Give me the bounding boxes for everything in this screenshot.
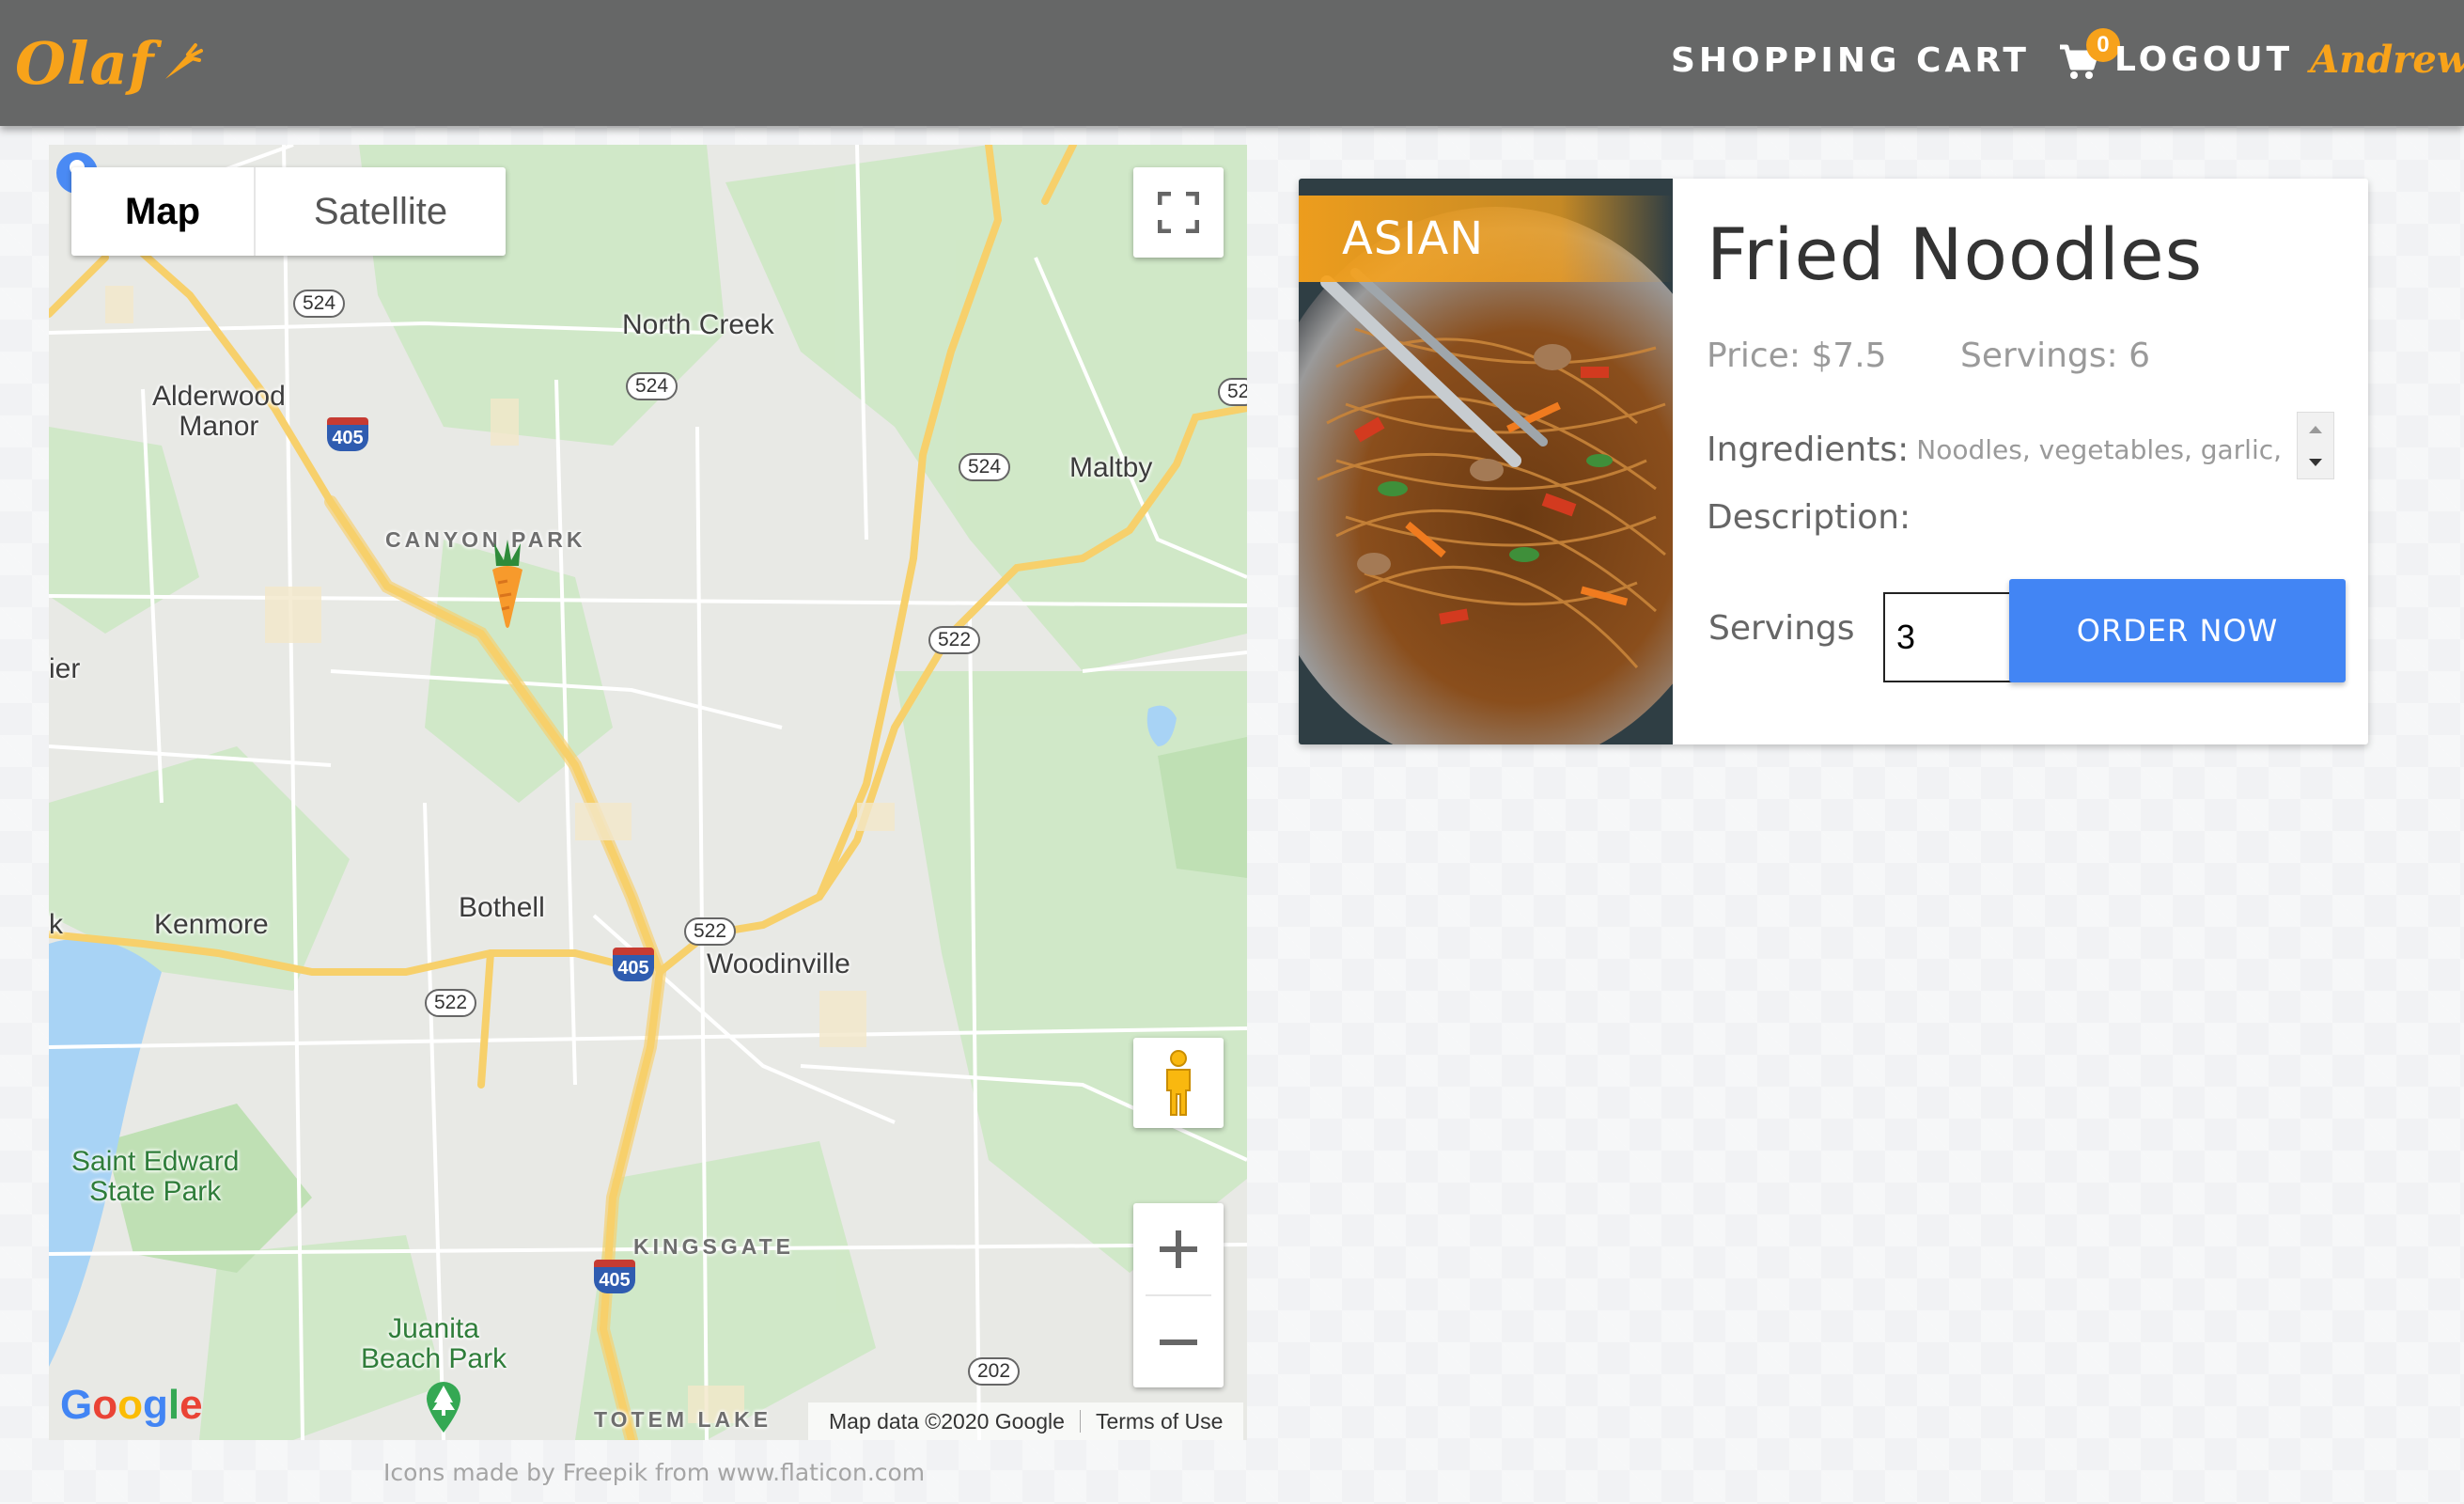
interstate-shield-405: 405 [613, 948, 654, 981]
map-label-edge-left-2: k [49, 909, 63, 940]
fullscreen-button[interactable] [1133, 167, 1224, 258]
carrot-marker-icon[interactable] [479, 538, 536, 628]
map-label-saint-edward: Saint Edward State Park [71, 1146, 240, 1207]
dish-card: ASIAN Fried Noodles Price: $7.5 Servings… [1299, 179, 2368, 744]
ingredients-scroll-control[interactable] [2297, 412, 2334, 479]
scroll-up-icon[interactable] [2307, 424, 2324, 435]
map-label-kenmore: Kenmore [154, 909, 269, 940]
map-type-map-button[interactable]: Map [71, 167, 256, 256]
carrot-icon [165, 43, 204, 79]
cart-icon-wrap[interactable]: 0 [2058, 28, 2120, 83]
shopping-cart-label: SHOPPING CART [1671, 40, 2030, 80]
category-ribbon: ASIAN [1299, 196, 1673, 282]
dish-servings-available: Servings: 6 [1960, 337, 2151, 375]
route-shield-524: 524 [293, 290, 346, 318]
map-label-juanita: Juanita Beach Park [361, 1313, 507, 1374]
dish-image: ASIAN [1299, 179, 1673, 744]
order-now-button[interactable]: ORDER NOW [2009, 579, 2346, 682]
zoom-control [1133, 1203, 1224, 1387]
minus-icon [1160, 1339, 1197, 1345]
route-shield-524: 524 [959, 453, 1011, 481]
map-label-alderwood-manor: Alderwood Manor [152, 381, 286, 442]
icon-credits: Icons made by Freepik from www.flaticon.… [383, 1459, 926, 1486]
ingredients-value: Noodles, vegetables, garlic, [1916, 433, 2283, 465]
map-label-north-creek: North Creek [622, 309, 774, 340]
map-type-control: Map Satellite [71, 167, 506, 256]
map-data-text: Map data ©2020 Google [829, 1408, 1065, 1434]
route-shield-522: 522 [928, 626, 981, 654]
google-map[interactable]: North Creek Alderwood Manor Maltby CANYO… [49, 145, 1247, 1440]
terms-of-use-link[interactable]: Terms of Use [1096, 1409, 1223, 1434]
brand-logo[interactable]: Olaf [15, 21, 204, 105]
servings-label: Servings [1708, 609, 1855, 648]
dish-details: Fried Noodles Price: $7.5 Servings: 6 In… [1707, 179, 2355, 744]
servings-input[interactable] [1883, 592, 2013, 682]
brand-name: Olaf [15, 28, 155, 98]
logout-link[interactable]: LOGOUT Andrew [2114, 38, 2464, 82]
interstate-shield-405: 405 [327, 417, 368, 451]
top-navbar: Olaf SHOPPING CART 0 LOGOUT Andrew [0, 0, 2464, 126]
pegman-icon [1166, 1050, 1191, 1116]
logout-label: LOGOUT [2114, 40, 2294, 79]
route-shield-52: 52 [1218, 378, 1247, 406]
ingredients-label: Ingredients: [1707, 430, 1910, 469]
attribution-divider [1079, 1410, 1081, 1433]
street-view-button[interactable] [1133, 1038, 1224, 1128]
map-label-kingsgate: KINGSGATE [633, 1234, 795, 1259]
plus-icon [1160, 1230, 1197, 1268]
route-shield-524: 524 [626, 372, 678, 400]
map-label-woodinville: Woodinville [707, 948, 850, 979]
map-type-satellite-button[interactable]: Satellite [256, 167, 506, 256]
scroll-down-icon[interactable] [2307, 457, 2324, 468]
route-shield-522: 522 [425, 989, 477, 1017]
zoom-out-button[interactable] [1133, 1296, 1224, 1387]
map-attribution: Map data ©2020 Google Terms of Use [808, 1402, 1244, 1440]
map-label-maltby: Maltby [1069, 452, 1153, 483]
interstate-shield-405: 405 [594, 1260, 635, 1293]
dish-title: Fried Noodles [1707, 212, 2204, 296]
ingredients-row: Ingredients: Noodles, vegetables, garlic… [1707, 412, 2308, 487]
map-label-totem-lake: TOTEM LAKE [594, 1407, 772, 1432]
shopping-cart-link[interactable]: SHOPPING CART 0 [1671, 28, 2120, 83]
park-marker-icon[interactable] [423, 1378, 464, 1434]
map-label-edge-left-1: ier [49, 653, 81, 684]
map-label-bothell: Bothell [459, 892, 545, 923]
dish-price: Price: $7.5 [1707, 337, 1887, 375]
zoom-in-button[interactable] [1133, 1203, 1224, 1294]
username: Andrew [2310, 38, 2464, 82]
route-shield-522: 522 [684, 917, 737, 946]
description-label: Description: [1707, 498, 1911, 537]
route-shield-202: 202 [968, 1357, 1021, 1386]
fullscreen-icon [1158, 192, 1199, 233]
google-logo[interactable]: Google [60, 1382, 203, 1429]
